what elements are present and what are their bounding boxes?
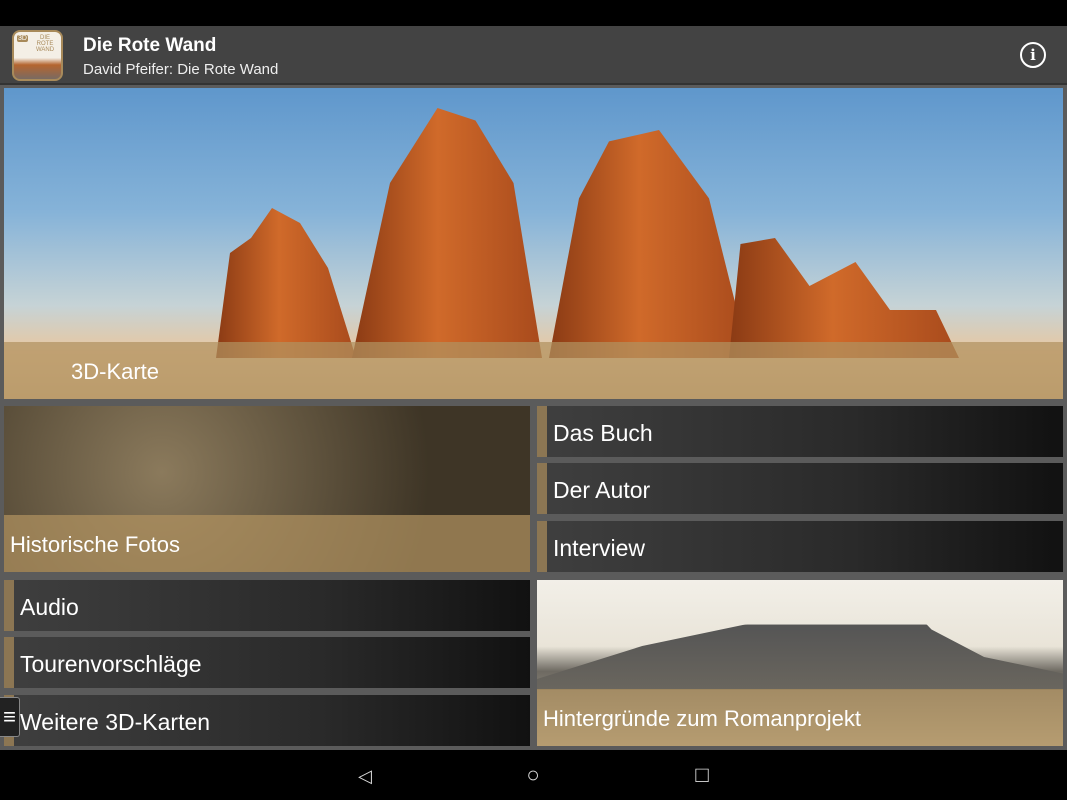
- mountain-image: [549, 130, 749, 358]
- recents-button[interactable]: □: [690, 762, 714, 788]
- mountain-image: [729, 238, 959, 358]
- mountain-image: [216, 208, 356, 358]
- menu-label: Der Autor: [553, 477, 651, 503]
- menu-label: Tourenvorschläge: [20, 651, 202, 677]
- info-icon[interactable]: i: [1020, 42, 1046, 68]
- back-button[interactable]: ◁: [353, 766, 377, 787]
- app-bar: 3D DIE ROTE WAND Die Rote Wand David Pfe…: [0, 26, 1067, 85]
- mountain-image: [352, 108, 542, 358]
- status-bar: [0, 0, 1067, 26]
- tile-hintergruende[interactable]: Hintergründe zum Romanprojekt: [537, 580, 1063, 746]
- accent-bar: [537, 463, 547, 514]
- navigation-bar: ◁ ○ □: [0, 750, 1067, 800]
- accent-bar: [4, 580, 14, 631]
- tile-label: 3D-Karte: [4, 342, 1063, 399]
- app-icon: 3D DIE ROTE WAND: [12, 30, 63, 81]
- menu-item-der-autor[interactable]: Der Autor: [537, 463, 1063, 514]
- accent-bar: [4, 637, 14, 688]
- tile-historische-fotos[interactable]: Historische Fotos: [4, 406, 530, 572]
- accent-bar: [537, 521, 547, 572]
- home-button[interactable]: ○: [521, 762, 545, 788]
- menu-item-tourenvorschlaege[interactable]: Tourenvorschläge: [4, 637, 530, 688]
- menu-item-audio[interactable]: Audio: [4, 580, 530, 631]
- menu-item-das-buch[interactable]: Das Buch: [537, 406, 1063, 457]
- menu-item-interview[interactable]: Interview: [537, 521, 1063, 572]
- tile-label: Historische Fotos: [4, 515, 530, 572]
- content: 3D-Karte Historische Fotos Das Buch Der …: [0, 85, 1067, 750]
- mountain-image: [537, 585, 1063, 690]
- app-title: Die Rote Wand: [83, 35, 217, 56]
- menu-label: Das Buch: [553, 420, 653, 446]
- accent-bar: [537, 406, 547, 457]
- menu-label: Weitere 3D-Karten: [20, 709, 211, 735]
- menu-item-weitere-3d-karten[interactable]: Weitere 3D-Karten: [4, 695, 530, 746]
- drawer-handle-icon[interactable]: ≡: [0, 697, 20, 737]
- app-icon-title: DIE ROTE WAND: [35, 35, 55, 53]
- app-subtitle: David Pfeifer: Die Rote Wand: [83, 61, 279, 78]
- menu-label: Interview: [553, 535, 646, 561]
- app-icon-3d: 3D: [17, 35, 28, 42]
- menu-label: Audio: [20, 594, 79, 620]
- tile-label: Hintergründe zum Romanprojekt: [537, 689, 1063, 746]
- tile-3d-karte[interactable]: 3D-Karte: [4, 88, 1063, 399]
